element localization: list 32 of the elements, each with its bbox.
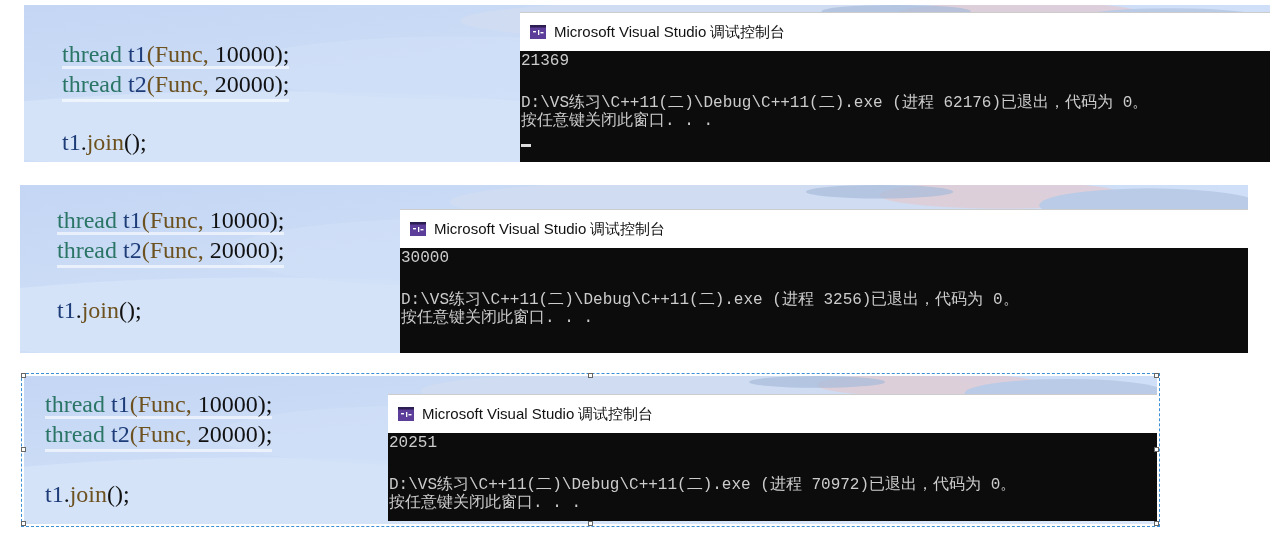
resize-handle[interactable]	[21, 447, 26, 452]
resize-handle[interactable]	[1154, 447, 1159, 452]
code-line: t1.join();	[62, 128, 147, 157]
resize-handle[interactable]	[1154, 373, 1159, 378]
code-line: thread t2(Func, 20000);	[62, 69, 290, 99]
code-line: t1.join();	[45, 480, 130, 509]
resize-handle[interactable]	[587, 521, 593, 526]
resize-handle[interactable]	[21, 373, 26, 378]
console-output: 按任意键关闭此窗口. . .	[389, 494, 581, 512]
window-title: Microsoft Visual Studio 调试控制台	[422, 404, 654, 424]
window-title: Microsoft Visual Studio 调试控制台	[434, 219, 666, 239]
code-line: thread t1(Func, 10000);	[57, 206, 285, 235]
console-output: 21369	[521, 52, 569, 70]
resize-handle[interactable]	[587, 373, 593, 378]
console-app-icon	[530, 25, 546, 39]
console-output: 20251	[389, 434, 437, 452]
code-line: thread t2(Func, 20000);	[57, 235, 285, 265]
code-line: thread t1(Func, 10000);	[45, 390, 273, 419]
console-output: 按任意键关闭此窗口. . .	[401, 309, 593, 327]
console-output: D:\VS练习\C++11(二)\Debug\C++11(二).exe (进程 3256)已退出，代码为 0。	[401, 291, 1019, 309]
console-app-icon	[398, 407, 414, 421]
console-output: D:\VS练习\C++11(二)\Debug\C++11(二).exe (进程 70972)已退出，代码为 0。	[389, 476, 1017, 494]
code-line: thread t2(Func, 20000);	[45, 419, 273, 449]
console-output: 30000	[401, 249, 449, 267]
code-line: thread t1(Func, 10000);	[62, 40, 290, 69]
console-app-icon	[410, 222, 426, 236]
resize-handle[interactable]	[21, 521, 26, 526]
code-line: t1.join();	[57, 296, 142, 325]
resize-handle[interactable]	[1154, 521, 1159, 526]
window-title: Microsoft Visual Studio 调试控制台	[554, 22, 786, 42]
console-output: 按任意键关闭此窗口. . .	[521, 112, 713, 130]
console-output: D:\VS练习\C++11(二)\Debug\C++11(二).exe (进程 62176)已退出，代码为 0。	[521, 94, 1149, 112]
